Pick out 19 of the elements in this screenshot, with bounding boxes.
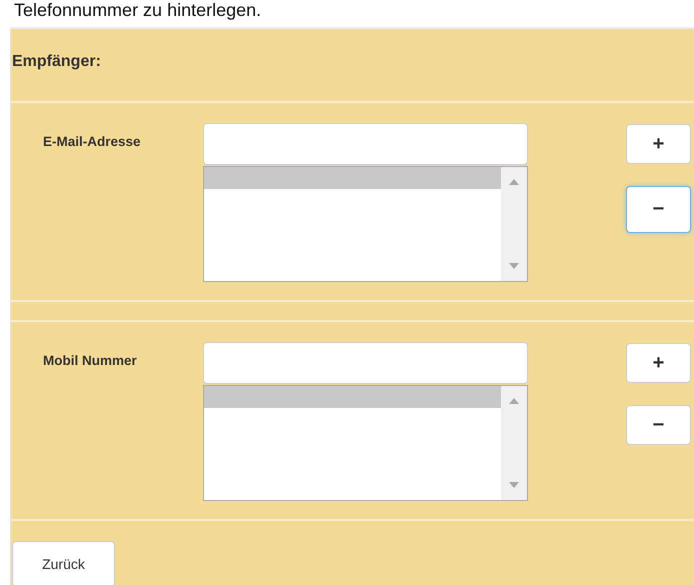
remove-button[interactable]: − bbox=[626, 186, 691, 233]
remove-button[interactable]: − bbox=[626, 405, 691, 445]
add-button[interactable]: + bbox=[626, 343, 691, 383]
add-button[interactable]: + bbox=[626, 124, 691, 164]
back-button[interactable]: Zurück bbox=[12, 541, 115, 585]
list-box[interactable] bbox=[203, 166, 528, 282]
scroll-down-icon[interactable] bbox=[509, 482, 519, 488]
scrollbar[interactable] bbox=[501, 386, 527, 500]
field-label: E-Mail-Adresse bbox=[42, 133, 142, 151]
input-field[interactable] bbox=[203, 123, 528, 165]
field-label: Mobil Nummer bbox=[42, 352, 138, 370]
scroll-up-icon[interactable] bbox=[509, 179, 519, 185]
list-box[interactable] bbox=[203, 385, 528, 501]
scrollbar[interactable] bbox=[501, 167, 527, 281]
intro-text: Telefonnummer zu hinterlegen. bbox=[13, 0, 262, 20]
recipients-heading: Empfänger: bbox=[11, 29, 694, 103]
scroll-up-icon[interactable] bbox=[509, 398, 519, 404]
input-field[interactable] bbox=[203, 342, 528, 384]
scroll-down-icon[interactable] bbox=[509, 263, 519, 269]
